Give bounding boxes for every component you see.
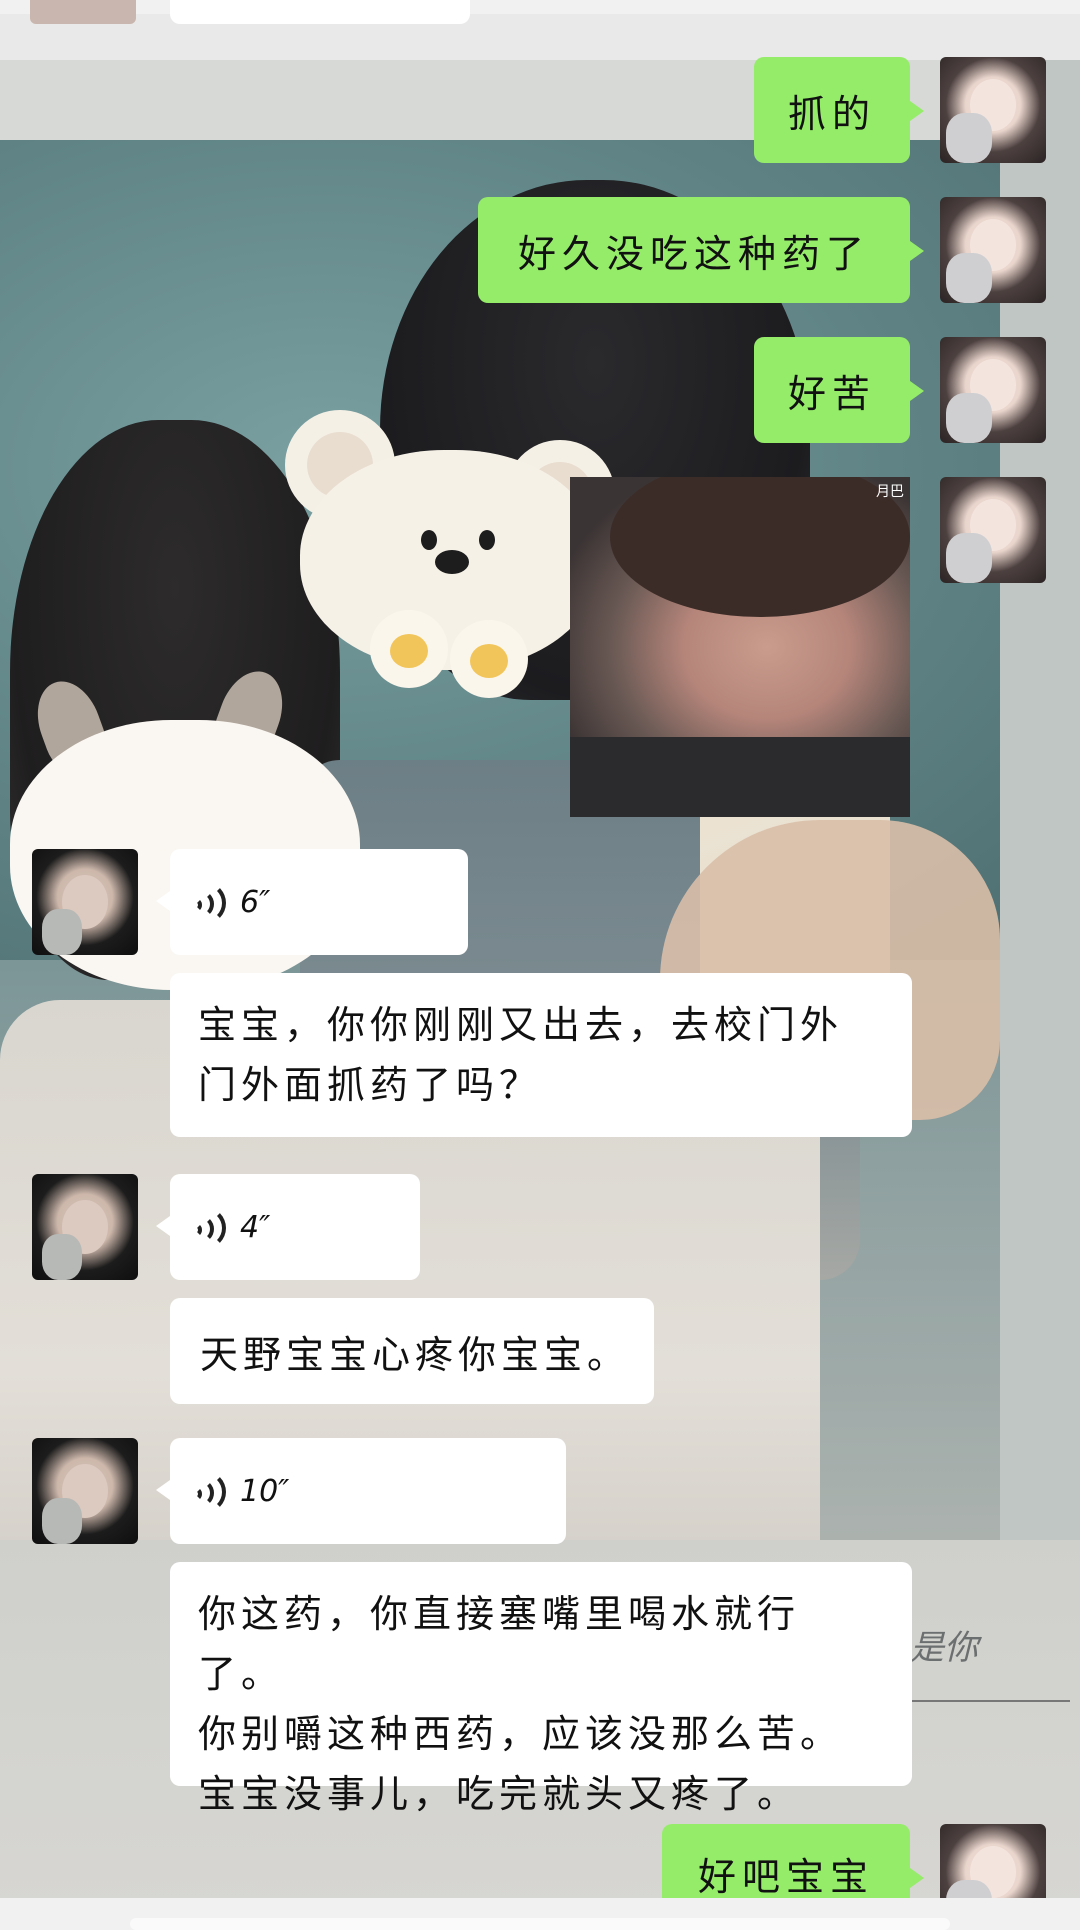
voice-duration: 6″ bbox=[240, 884, 271, 920]
voice-duration: 4″ bbox=[240, 1209, 271, 1245]
background-handwriting: 是你 bbox=[910, 1628, 978, 1668]
message-text: 好苦 bbox=[787, 371, 876, 416]
contact-avatar[interactable] bbox=[32, 849, 138, 955]
voice-message[interactable]: 6″ bbox=[156, 849, 468, 955]
my-avatar[interactable] bbox=[940, 197, 1046, 303]
message-text-line: 门外面抓药了吗？ bbox=[198, 1063, 543, 1107]
my-avatar[interactable] bbox=[940, 477, 1046, 583]
message-text: 天野宝宝心疼你宝宝。 bbox=[200, 1332, 631, 1377]
message-bubble-out[interactable]: 抓的 bbox=[754, 57, 924, 163]
avatar-partial[interactable] bbox=[30, 0, 136, 24]
voice-wave-icon bbox=[192, 1471, 232, 1513]
message-text: 抓的 bbox=[787, 91, 876, 136]
message-text: 好久没吃这种药了 bbox=[517, 231, 870, 276]
message-bubble-out[interactable]: 好苦 bbox=[754, 337, 924, 443]
bear-sticker-icon bbox=[285, 410, 615, 710]
message-text-line: 你这药，你直接塞嘴里喝水就行了。 bbox=[198, 1592, 801, 1696]
voice-wave-icon bbox=[192, 1207, 232, 1249]
voice-wave-icon bbox=[192, 882, 232, 924]
my-avatar[interactable] bbox=[940, 337, 1046, 443]
message-bubble-out[interactable]: 好久没吃这种药了 bbox=[478, 197, 924, 303]
top-edge bbox=[0, 0, 1080, 14]
sticker-image[interactable]: 月巴 bbox=[570, 477, 910, 817]
my-avatar[interactable] bbox=[940, 57, 1046, 163]
contact-avatar[interactable] bbox=[32, 1438, 138, 1544]
voice-message[interactable]: 4″ bbox=[156, 1174, 420, 1280]
message-bubble-in[interactable]: 天野宝宝心疼你宝宝。 bbox=[170, 1298, 654, 1404]
voice-message[interactable]: 10″ bbox=[156, 1438, 566, 1544]
message-text-line: 宝宝没事儿，吃完就头又疼了。 bbox=[198, 1772, 801, 1816]
message-bubble-in[interactable]: 你这药，你直接塞嘴里喝水就行了。 你别嚼这种西药，应该没那么苦。 宝宝没事儿，吃… bbox=[170, 1562, 912, 1816]
message-text: 好吧宝宝 bbox=[697, 1855, 874, 1899]
message-bubble-partial[interactable] bbox=[170, 0, 470, 24]
input-bar-partial[interactable] bbox=[130, 1918, 950, 1930]
sheep-sticker-icon bbox=[0, 662, 380, 1010]
voice-duration: 10″ bbox=[240, 1473, 290, 1509]
contact-avatar[interactable] bbox=[32, 1174, 138, 1280]
message-text-line: 你别嚼这种西药，应该没那么苦。 bbox=[198, 1712, 844, 1756]
message-text-line: 宝宝，你你刚刚又出去，去校门外 bbox=[198, 1003, 844, 1047]
sticker-watermark: 月巴 bbox=[876, 484, 904, 500]
message-bubble-in[interactable]: 宝宝，你你刚刚又出去，去校门外 门外面抓药了吗？ bbox=[170, 973, 912, 1137]
